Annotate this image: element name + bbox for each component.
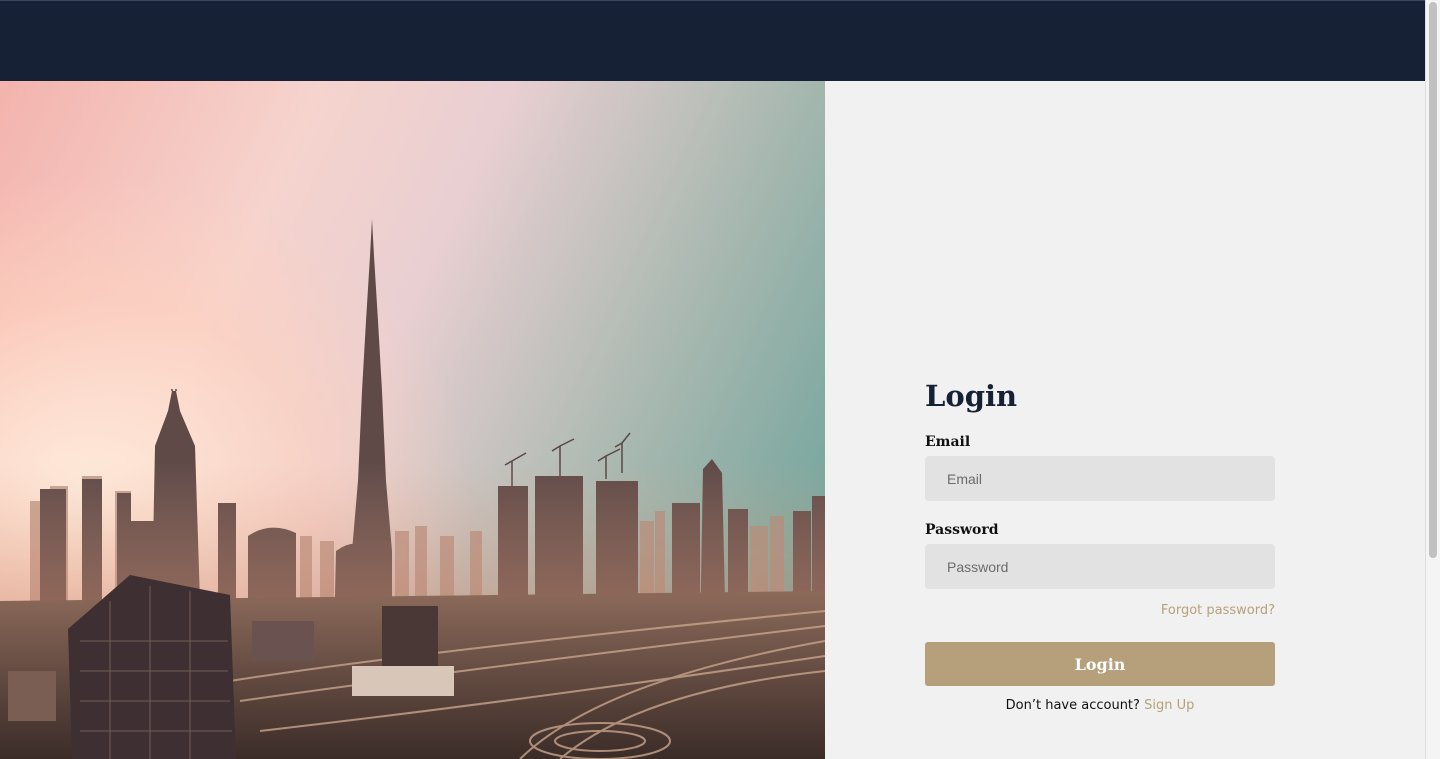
forgot-password-row: Forgot password? — [925, 601, 1275, 619]
hero-image — [0, 81, 825, 759]
vertical-scrollbar[interactable] — [1425, 0, 1440, 759]
city-skyline-illustration — [0, 219, 825, 759]
login-form: Login Email Password Forgot password? Lo… — [925, 375, 1275, 713]
password-label: Password — [925, 522, 999, 538]
password-input[interactable] — [925, 544, 1275, 589]
signup-link[interactable]: Sign Up — [1144, 698, 1194, 713]
signup-prompt: Don’t have account? — [1005, 698, 1140, 713]
login-button[interactable]: Login — [925, 642, 1275, 686]
scrollbar-thumb[interactable] — [1429, 2, 1437, 558]
email-input[interactable] — [925, 456, 1275, 501]
email-label: Email — [925, 434, 971, 450]
top-navbar — [0, 0, 1425, 81]
page-viewport: Login Email Password Forgot password? Lo… — [0, 0, 1425, 759]
signup-row: Don’t have account? Sign Up — [925, 698, 1275, 713]
forgot-password-link[interactable]: Forgot password? — [1161, 603, 1275, 618]
login-title: Login — [925, 379, 1018, 413]
